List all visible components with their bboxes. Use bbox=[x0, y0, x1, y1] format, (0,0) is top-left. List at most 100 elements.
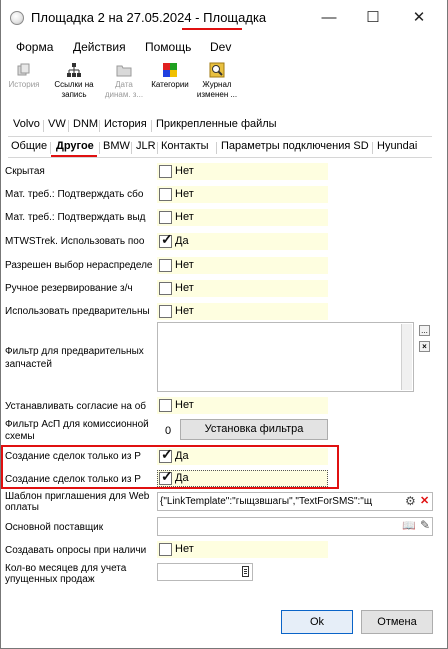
manual-reserve-checkbox[interactable] bbox=[159, 282, 172, 295]
maximize-button[interactable]: ☐ bbox=[350, 2, 396, 32]
check-mark-icon: ✓ bbox=[161, 231, 173, 247]
history-icon bbox=[16, 62, 32, 78]
pencil-icon[interactable]: ✎ bbox=[420, 518, 430, 532]
toolbar-history[interactable]: История bbox=[4, 62, 44, 90]
tab-separator bbox=[151, 120, 152, 132]
mat-confirm-2-checkbox[interactable] bbox=[159, 211, 172, 224]
field-label-create-deals-1: Создание сделок только из Р bbox=[5, 451, 141, 462]
field-label-asp-filter: Фильтр АсП для комиссионной схемы bbox=[5, 419, 149, 442]
field-label-parts-filter: Фильтр для предварительных запчастей bbox=[5, 346, 144, 370]
hidden-value: Нет bbox=[175, 165, 194, 177]
folder-icon bbox=[116, 62, 132, 78]
create-deals-2-value: Да bbox=[175, 472, 189, 484]
minimize-icon: — bbox=[321, 8, 337, 26]
parts-filter-memo[interactable] bbox=[157, 322, 414, 392]
menu-dev[interactable]: Dev bbox=[210, 40, 231, 54]
tab-other[interactable]: Другое bbox=[53, 140, 97, 152]
toolbar-categories[interactable]: Категории bbox=[148, 62, 192, 90]
menu-actions[interactable]: Действия bbox=[73, 40, 126, 54]
menu-help[interactable]: Помощь bbox=[145, 40, 191, 54]
tab-hyundai[interactable]: Hyundai bbox=[374, 140, 420, 152]
toolbar-links-label-1: Ссылки на bbox=[54, 80, 94, 89]
tab-contacts[interactable]: Контакты bbox=[158, 140, 212, 152]
mat-confirm-1-value: Нет bbox=[175, 188, 194, 200]
create-deals-1-checkbox[interactable]: ✓ bbox=[159, 446, 173, 463]
tab-row-divider bbox=[8, 136, 432, 137]
parts-filter-more-button[interactable]: ... bbox=[419, 325, 430, 336]
tab-volvo[interactable]: Volvo bbox=[10, 118, 43, 130]
app-icon bbox=[10, 11, 24, 25]
memo-scrollbar[interactable] bbox=[401, 324, 412, 390]
field-label-mat-confirm-1: Мат. треб.: Подтверждать сбо bbox=[5, 189, 144, 200]
tab-row-2: Общие Другое BMW JLR Контакты Параметры … bbox=[0, 140, 448, 156]
tab-separator bbox=[372, 142, 373, 154]
tab-separator bbox=[43, 120, 44, 132]
sitemap-icon bbox=[66, 62, 82, 78]
tab-separator bbox=[99, 120, 100, 132]
parts-filter-clear-button[interactable]: × bbox=[419, 341, 430, 352]
field-label-months-count: Кол-во месяцев для учета упущенных прода… bbox=[5, 563, 127, 585]
mtws-checkbox[interactable]: ✓ bbox=[159, 231, 173, 248]
field-label-hidden: Скрытая bbox=[5, 166, 45, 177]
tab-history[interactable]: История bbox=[101, 118, 150, 130]
menu-form[interactable]: Форма bbox=[16, 40, 53, 54]
field-label-web-template: Шаблон приглашения для Web оплаты bbox=[5, 491, 150, 513]
tab-general[interactable]: Общие bbox=[8, 140, 50, 152]
tab-row-1: Volvo VW DNM История Прикрепленные файлы bbox=[0, 118, 448, 134]
tab-vw[interactable]: VW bbox=[45, 118, 69, 130]
months-count-input[interactable] bbox=[157, 563, 253, 581]
allow-unassigned-value: Нет bbox=[175, 259, 194, 271]
cancel-button[interactable]: Отмена bbox=[361, 610, 433, 634]
window-title: Площадка 2 на 27.05.2024 - Площадка bbox=[31, 10, 266, 25]
allow-unassigned-checkbox[interactable] bbox=[159, 259, 172, 272]
clear-icon[interactable]: ✕ bbox=[420, 494, 429, 507]
set-consent-checkbox[interactable] bbox=[159, 399, 172, 412]
minimize-button[interactable]: — bbox=[306, 2, 352, 32]
hidden-checkbox[interactable] bbox=[159, 165, 172, 178]
field-label-create-polls: Создавать опросы при наличи bbox=[5, 545, 147, 556]
field-label-set-consent: Устанавливать согласие на об bbox=[5, 401, 146, 412]
toolbar-links[interactable]: Ссылки на запись bbox=[50, 62, 98, 100]
tab-separator bbox=[68, 120, 69, 132]
maximize-icon: ☐ bbox=[366, 9, 380, 26]
create-polls-checkbox[interactable] bbox=[159, 543, 172, 556]
window-title-prefix: Площадка 2 на 27.05.2024 - bbox=[31, 10, 204, 25]
create-deals-2-checkbox[interactable]: ✓ bbox=[159, 469, 173, 485]
categories-icon bbox=[162, 62, 178, 78]
tab-separator bbox=[131, 142, 132, 154]
toolbar-journal-label-1: Журнал bbox=[202, 80, 232, 89]
web-template-input[interactable]: {"LinkTemplate":"гыщзвшагы","TextForSMS"… bbox=[157, 492, 433, 511]
close-button[interactable]: ✕ bbox=[396, 2, 442, 32]
field-label-mat-confirm-2: Мат. треб.: Подтверждать выд bbox=[5, 212, 146, 223]
mat-confirm-2-value: Нет bbox=[175, 211, 194, 223]
field-label-allow-unassigned: Разрешен выбор нераспределе bbox=[5, 260, 153, 271]
toolbar-journal[interactable]: Журнал изменен ... bbox=[195, 62, 239, 100]
create-deals-1-value: Да bbox=[175, 450, 189, 462]
field-label-main-supplier: Основной поставщик bbox=[5, 522, 104, 533]
field-label-manual-reserve: Ручное резервирование з/ч bbox=[5, 283, 133, 294]
window-border-left bbox=[0, 0, 1, 649]
toolbar-date-label-2: динам. з... bbox=[104, 90, 144, 99]
toolbar-history-label: История bbox=[8, 80, 40, 89]
set-filter-button[interactable]: Установка фильтра bbox=[180, 419, 328, 440]
close-icon: ✕ bbox=[412, 9, 426, 26]
ok-button[interactable]: Ok bbox=[281, 610, 353, 634]
tab-attached-files[interactable]: Прикрепленные файлы bbox=[153, 118, 280, 130]
gear-icon[interactable]: ⚙ bbox=[405, 494, 416, 508]
mat-confirm-1-checkbox[interactable] bbox=[159, 188, 172, 201]
tab-sd-connection[interactable]: Параметры подключения SD bbox=[218, 140, 372, 152]
use-preliminary-checkbox[interactable] bbox=[159, 305, 172, 318]
field-label-create-deals-2: Создание сделок только из Р bbox=[5, 474, 141, 485]
toolbar-date[interactable]: Дата динам. з... bbox=[103, 62, 145, 100]
toolbar-links-label-2: запись bbox=[61, 90, 87, 99]
book-icon[interactable]: 📖 bbox=[402, 519, 416, 532]
tab-separator bbox=[216, 142, 217, 154]
set-consent-value: Нет bbox=[175, 399, 194, 411]
tab-bmw[interactable]: BMW bbox=[100, 140, 133, 152]
tab-dnm[interactable]: DNM bbox=[70, 118, 101, 130]
field-label-use-preliminary: Использовать предварительны bbox=[5, 306, 150, 317]
tab-jlr[interactable]: JLR bbox=[133, 140, 159, 152]
calculator-icon[interactable] bbox=[242, 566, 249, 577]
main-supplier-input[interactable] bbox=[157, 517, 433, 536]
check-mark-icon: ✓ bbox=[161, 446, 173, 462]
